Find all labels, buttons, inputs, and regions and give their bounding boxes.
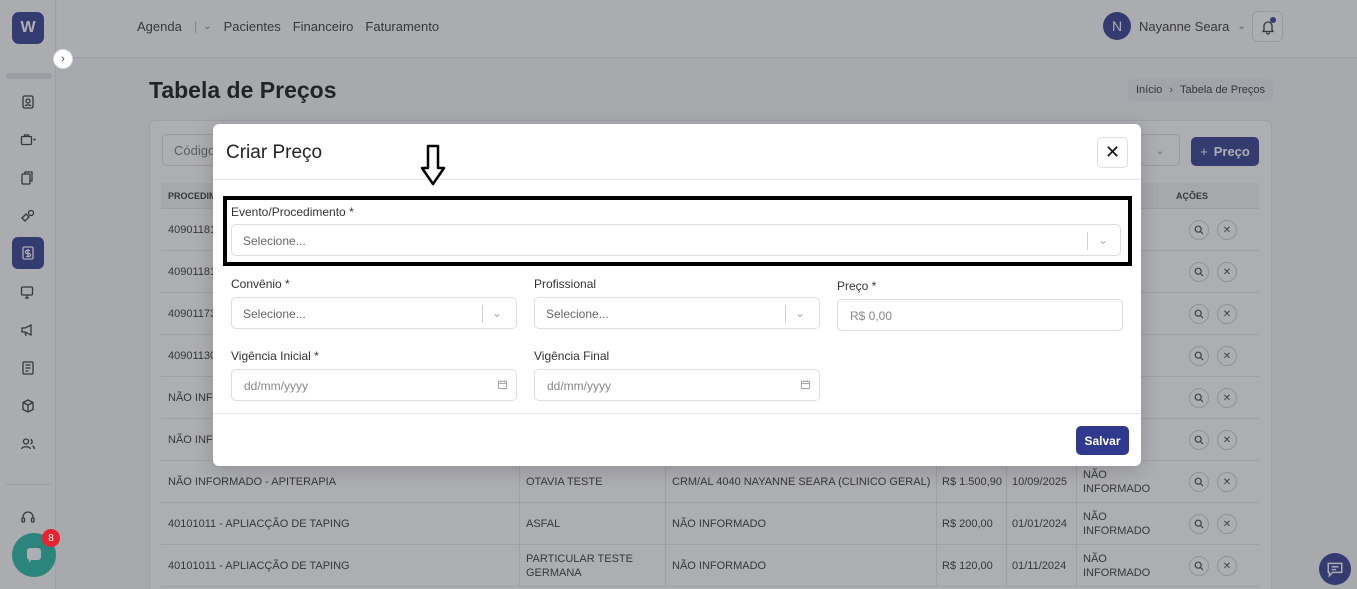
- vigencia-final-input[interactable]: dd/mm/yyyy: [534, 369, 820, 401]
- modal-divider: [213, 413, 1141, 414]
- profissional-label: Profissional: [534, 277, 597, 291]
- vigencia-inicial-placeholder: dd/mm/yyyy: [244, 379, 309, 393]
- convenio-select[interactable]: Selecione... ⌄: [231, 297, 517, 329]
- close-button[interactable]: ✕: [1097, 137, 1128, 168]
- evento-placeholder: Selecione...: [243, 234, 306, 248]
- preco-input[interactable]: R$ 0,00: [837, 299, 1123, 331]
- down-arrow-annotation-icon: [420, 144, 446, 186]
- create-price-modal: Criar Preço ✕ Evento/Procedimento * Sele…: [213, 124, 1141, 466]
- select-divider: [785, 305, 786, 323]
- vigencia-final-label: Vigência Final: [534, 349, 610, 363]
- profissional-placeholder: Selecione...: [546, 307, 609, 321]
- vigencia-final-placeholder: dd/mm/yyyy: [547, 379, 612, 393]
- modal-title: Criar Preço: [226, 142, 323, 163]
- chevron-right-icon: ›: [61, 53, 65, 65]
- preco-label: Preço *: [837, 279, 877, 293]
- modal-divider: [213, 179, 1141, 180]
- convenio-label: Convênio *: [231, 277, 290, 291]
- chevron-down-icon: ⌄: [492, 306, 503, 320]
- save-button[interactable]: Salvar: [1076, 426, 1129, 455]
- chat-badge: 8: [42, 529, 60, 547]
- chevron-down-icon: ⌄: [1098, 233, 1109, 247]
- close-icon: ✕: [1104, 142, 1121, 162]
- chevron-down-icon: ⌄: [795, 306, 806, 320]
- sidebar-collapse-button[interactable]: ›: [53, 49, 73, 69]
- convenio-placeholder: Selecione...: [243, 307, 306, 321]
- select-divider: [1087, 232, 1088, 250]
- evento-label: Evento/Procedimento *: [231, 205, 354, 219]
- calendar-icon[interactable]: [497, 379, 508, 390]
- vigencia-inicial-label: Vigência Inicial *: [231, 349, 319, 363]
- calendar-icon[interactable]: [800, 379, 811, 390]
- profissional-select[interactable]: Selecione... ⌄: [534, 297, 820, 329]
- select-divider: [482, 305, 483, 323]
- evento-select[interactable]: Selecione... ⌄: [231, 224, 1121, 256]
- vigencia-inicial-input[interactable]: dd/mm/yyyy: [231, 369, 517, 401]
